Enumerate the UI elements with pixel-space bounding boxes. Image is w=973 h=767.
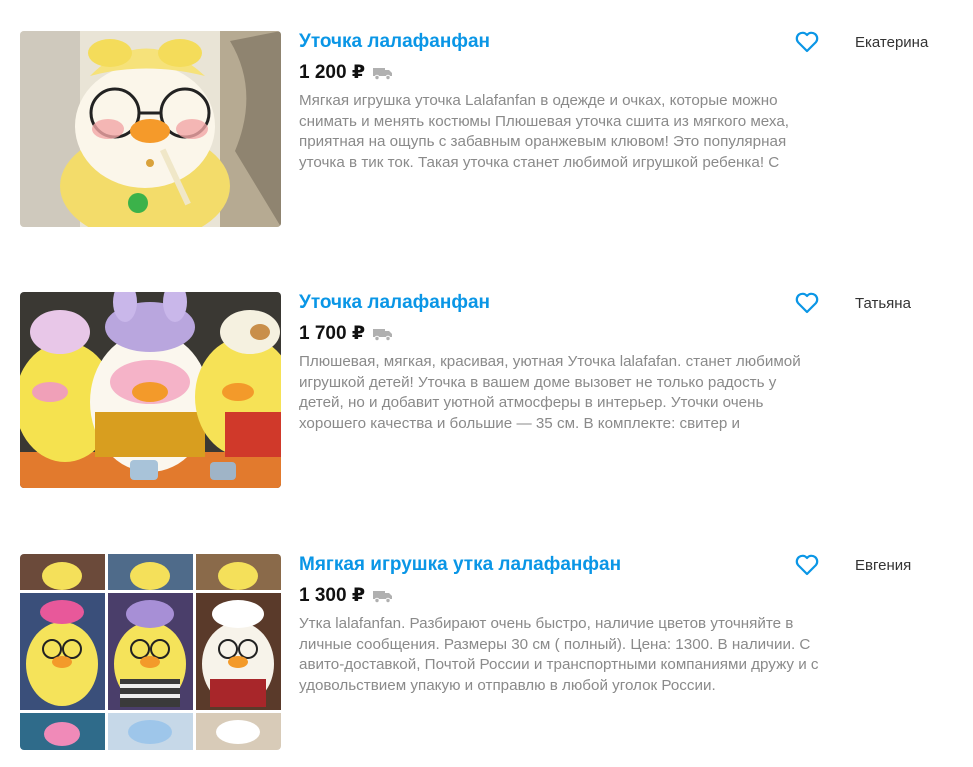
- listing-item[interactable]: Уточка лалафанфан 1 700 ₽ Плюшевая, мягк…: [0, 292, 973, 492]
- truck-icon: [373, 66, 393, 81]
- truck-icon: [373, 589, 393, 604]
- heart-outline-icon[interactable]: [795, 554, 819, 576]
- listing-photo[interactable]: [20, 31, 281, 227]
- seller-name[interactable]: Татьяна: [855, 295, 911, 312]
- three-duck-toys-photo: [20, 292, 281, 488]
- listing-price: 1 300 ₽: [299, 585, 366, 606]
- listing-description: Мягкая игрушка уточка Lalafanfan в одежд…: [299, 92, 790, 171]
- price-row: 1 300 ₽: [299, 584, 393, 608]
- heart-outline-icon[interactable]: [795, 292, 819, 314]
- listing-price: 1 700 ₽: [299, 323, 366, 344]
- seller-name[interactable]: Евгения: [855, 557, 911, 574]
- truck-icon: [373, 327, 393, 342]
- listing-title[interactable]: Уточка лалафанфан: [299, 292, 490, 314]
- listing-photo[interactable]: [20, 554, 281, 750]
- heart-outline-icon[interactable]: [795, 31, 819, 53]
- seller-name[interactable]: Екатерина: [855, 34, 928, 51]
- listing-price: 1 200 ₽: [299, 62, 366, 83]
- duck-toy-photo: [20, 31, 281, 227]
- price-row: 1 700 ₽: [299, 322, 393, 346]
- listing-item[interactable]: Мягкая игрушка утка лалафанфан 1 300 ₽ У…: [0, 554, 973, 754]
- listing-title[interactable]: Уточка лалафанфан: [299, 31, 490, 53]
- listing-item[interactable]: Уточка лалафанфан 1 200 ₽ Мягкая игрушка…: [0, 31, 973, 231]
- listing-description: Утка lalafanfan. Разбирают очень быстро,…: [299, 615, 819, 694]
- listing-photo[interactable]: [20, 292, 281, 488]
- listing-title[interactable]: Мягкая игрушка утка лалафанфан: [299, 554, 621, 576]
- listing-description: Плюшевая, мягкая, красивая, уютная Уточк…: [299, 353, 801, 432]
- price-row: 1 200 ₽: [299, 61, 393, 85]
- duck-collage-photo: [20, 554, 281, 750]
